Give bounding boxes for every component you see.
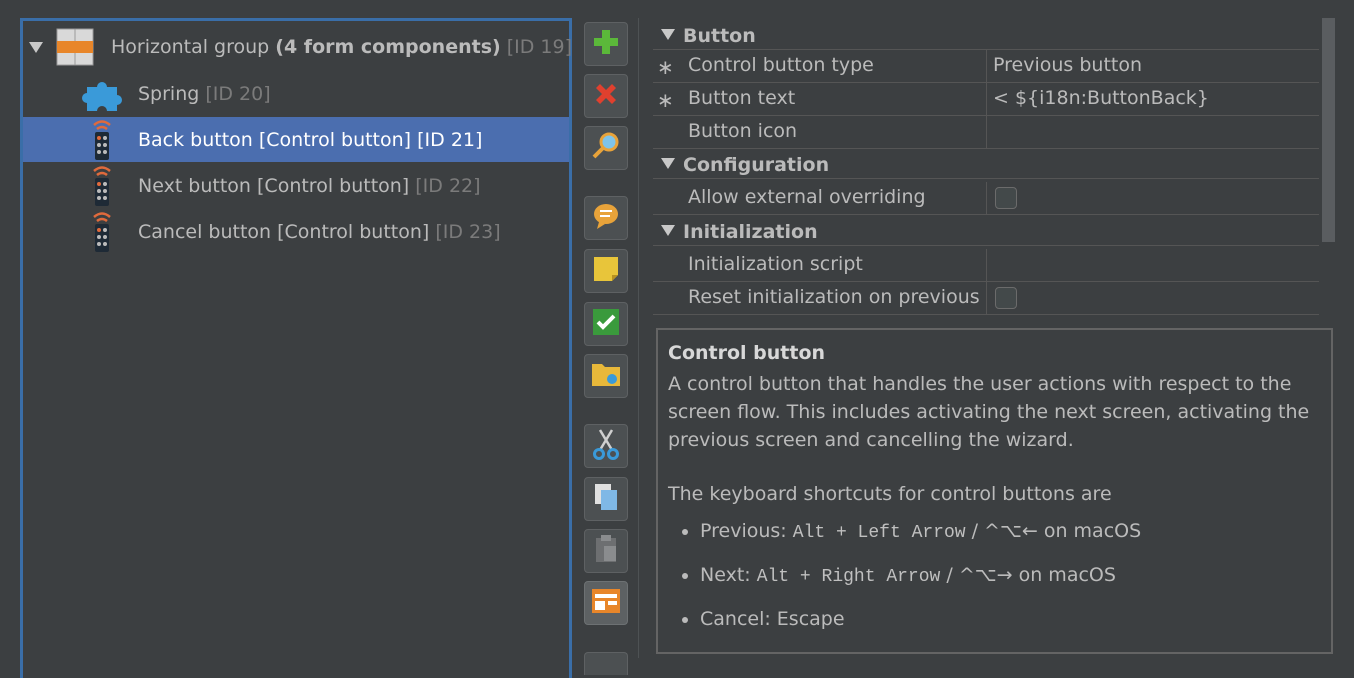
- panel-divider[interactable]: [638, 18, 639, 658]
- property-value: [986, 182, 1319, 214]
- check-icon: [592, 308, 620, 341]
- property-row-button-icon[interactable]: Button icon: [653, 116, 1319, 149]
- section-title: Configuration: [683, 154, 830, 176]
- check-button[interactable]: [584, 302, 628, 346]
- tree-item-label: Horizontal group (4 form components) [ID…: [111, 36, 573, 58]
- tree-item-cancel-button[interactable]: Cancel button [Control button] [ID 23]: [23, 209, 569, 254]
- collapse-arrow-icon[interactable]: [661, 29, 675, 40]
- reset-initialization-checkbox[interactable]: [995, 287, 1017, 309]
- note-button[interactable]: [584, 249, 628, 293]
- description-panel: Control button A control button that han…: [656, 328, 1333, 654]
- collapse-arrow-icon[interactable]: [661, 158, 675, 169]
- delete-icon: [592, 80, 620, 113]
- property-value[interactable]: < ${i18n:ButtonBack}: [986, 83, 1319, 115]
- section-initialization[interactable]: Initialization: [653, 216, 1319, 246]
- tree-item-next-button[interactable]: Next button [Control button] [ID 22]: [23, 163, 569, 208]
- add-button[interactable]: [584, 22, 628, 66]
- search-icon: [591, 131, 621, 166]
- tree-item-label: Cancel button [Control button] [ID 23]: [138, 221, 501, 243]
- collapse-arrow-icon[interactable]: [661, 225, 675, 236]
- comment-button[interactable]: [584, 196, 628, 240]
- paste-icon: [593, 534, 619, 569]
- properties-scrollbar[interactable]: [1320, 18, 1337, 318]
- property-row-allow-external-overriding[interactable]: Allow external overriding: [653, 182, 1319, 215]
- property-name: Allow external overriding: [688, 186, 926, 208]
- description-title: Control button: [668, 342, 826, 364]
- property-row-control-button-type[interactable]: ∗ Control button type Previous button: [653, 50, 1319, 83]
- property-name: Control button type: [688, 54, 874, 76]
- property-name: Button icon: [688, 120, 798, 142]
- form-button[interactable]: [584, 581, 628, 625]
- property-value: [986, 282, 1319, 314]
- property-value[interactable]: Previous button: [986, 50, 1319, 82]
- tree-item-label: Next button [Control button] [ID 22]: [138, 175, 481, 197]
- toolbar-more-button[interactable]: [584, 652, 628, 675]
- component-tree[interactable]: Horizontal group (4 form components) [ID…: [20, 18, 572, 678]
- cut-icon: [592, 428, 620, 465]
- paste-button[interactable]: [584, 529, 628, 573]
- property-row-initialization-script[interactable]: Initialization script: [653, 249, 1319, 282]
- section-title: Initialization: [683, 221, 818, 243]
- scrollbar-thumb[interactable]: [1322, 18, 1335, 242]
- tree-item-label: Back button [Control button] [ID 21]: [138, 129, 483, 151]
- puzzle-icon: [81, 75, 125, 118]
- required-icon: ∗: [657, 88, 674, 112]
- required-icon: ∗: [657, 55, 674, 79]
- section-button[interactable]: Button: [653, 20, 1319, 50]
- note-icon: [592, 255, 620, 288]
- horizontal-group-icon: [56, 28, 94, 71]
- comment-icon: [591, 201, 621, 236]
- shortcut-list: Previous: Alt + Left Arrow / ^⌥← on macO…: [668, 518, 1321, 632]
- property-value[interactable]: [986, 116, 1319, 148]
- tree-item-horizontal-group[interactable]: Horizontal group (4 form components) [ID…: [23, 25, 573, 71]
- description-paragraph: A control button that handles the user a…: [668, 373, 1310, 451]
- add-icon: [592, 28, 620, 61]
- allow-external-checkbox[interactable]: [995, 187, 1017, 209]
- tree-item-back-button[interactable]: Back button [Control button] [ID 21]: [23, 117, 569, 162]
- cut-button[interactable]: [584, 424, 628, 468]
- list-item: Next: Alt + Right Arrow / ^⌥→ on macOS: [700, 562, 1321, 590]
- property-name: Button text: [688, 87, 796, 109]
- remote-control-icon: [89, 211, 115, 258]
- list-item: Cancel: Escape: [700, 606, 1321, 632]
- tree-item-label: Spring [ID 20]: [138, 83, 271, 105]
- property-row-button-text[interactable]: ∗ Button text < ${i18n:ButtonBack}: [653, 83, 1319, 116]
- search-button[interactable]: [584, 126, 628, 170]
- properties-table: Button ∗ Control button type Previous bu…: [653, 18, 1319, 318]
- list-item: Previous: Alt + Left Arrow / ^⌥← on macO…: [700, 518, 1321, 546]
- folder-button[interactable]: [584, 354, 628, 398]
- property-value[interactable]: [986, 249, 1319, 281]
- description-paragraph: The keyboard shortcuts for control butto…: [668, 483, 1112, 505]
- remote-control-icon: [89, 119, 115, 166]
- delete-button[interactable]: [584, 74, 628, 118]
- property-name: Reset initialization on previous: [688, 286, 980, 308]
- folder-icon: [591, 360, 621, 393]
- tree-item-spring[interactable]: Spring [ID 20]: [23, 71, 569, 116]
- form-icon: [591, 588, 621, 619]
- section-configuration[interactable]: Configuration: [653, 149, 1319, 179]
- property-row-reset-initialization[interactable]: Reset initialization on previous: [653, 282, 1319, 315]
- expand-arrow-icon[interactable]: [29, 42, 43, 53]
- section-title: Button: [683, 25, 756, 47]
- remote-control-icon: [89, 165, 115, 212]
- copy-icon: [592, 482, 620, 517]
- property-name: Initialization script: [688, 253, 863, 275]
- copy-button[interactable]: [584, 477, 628, 521]
